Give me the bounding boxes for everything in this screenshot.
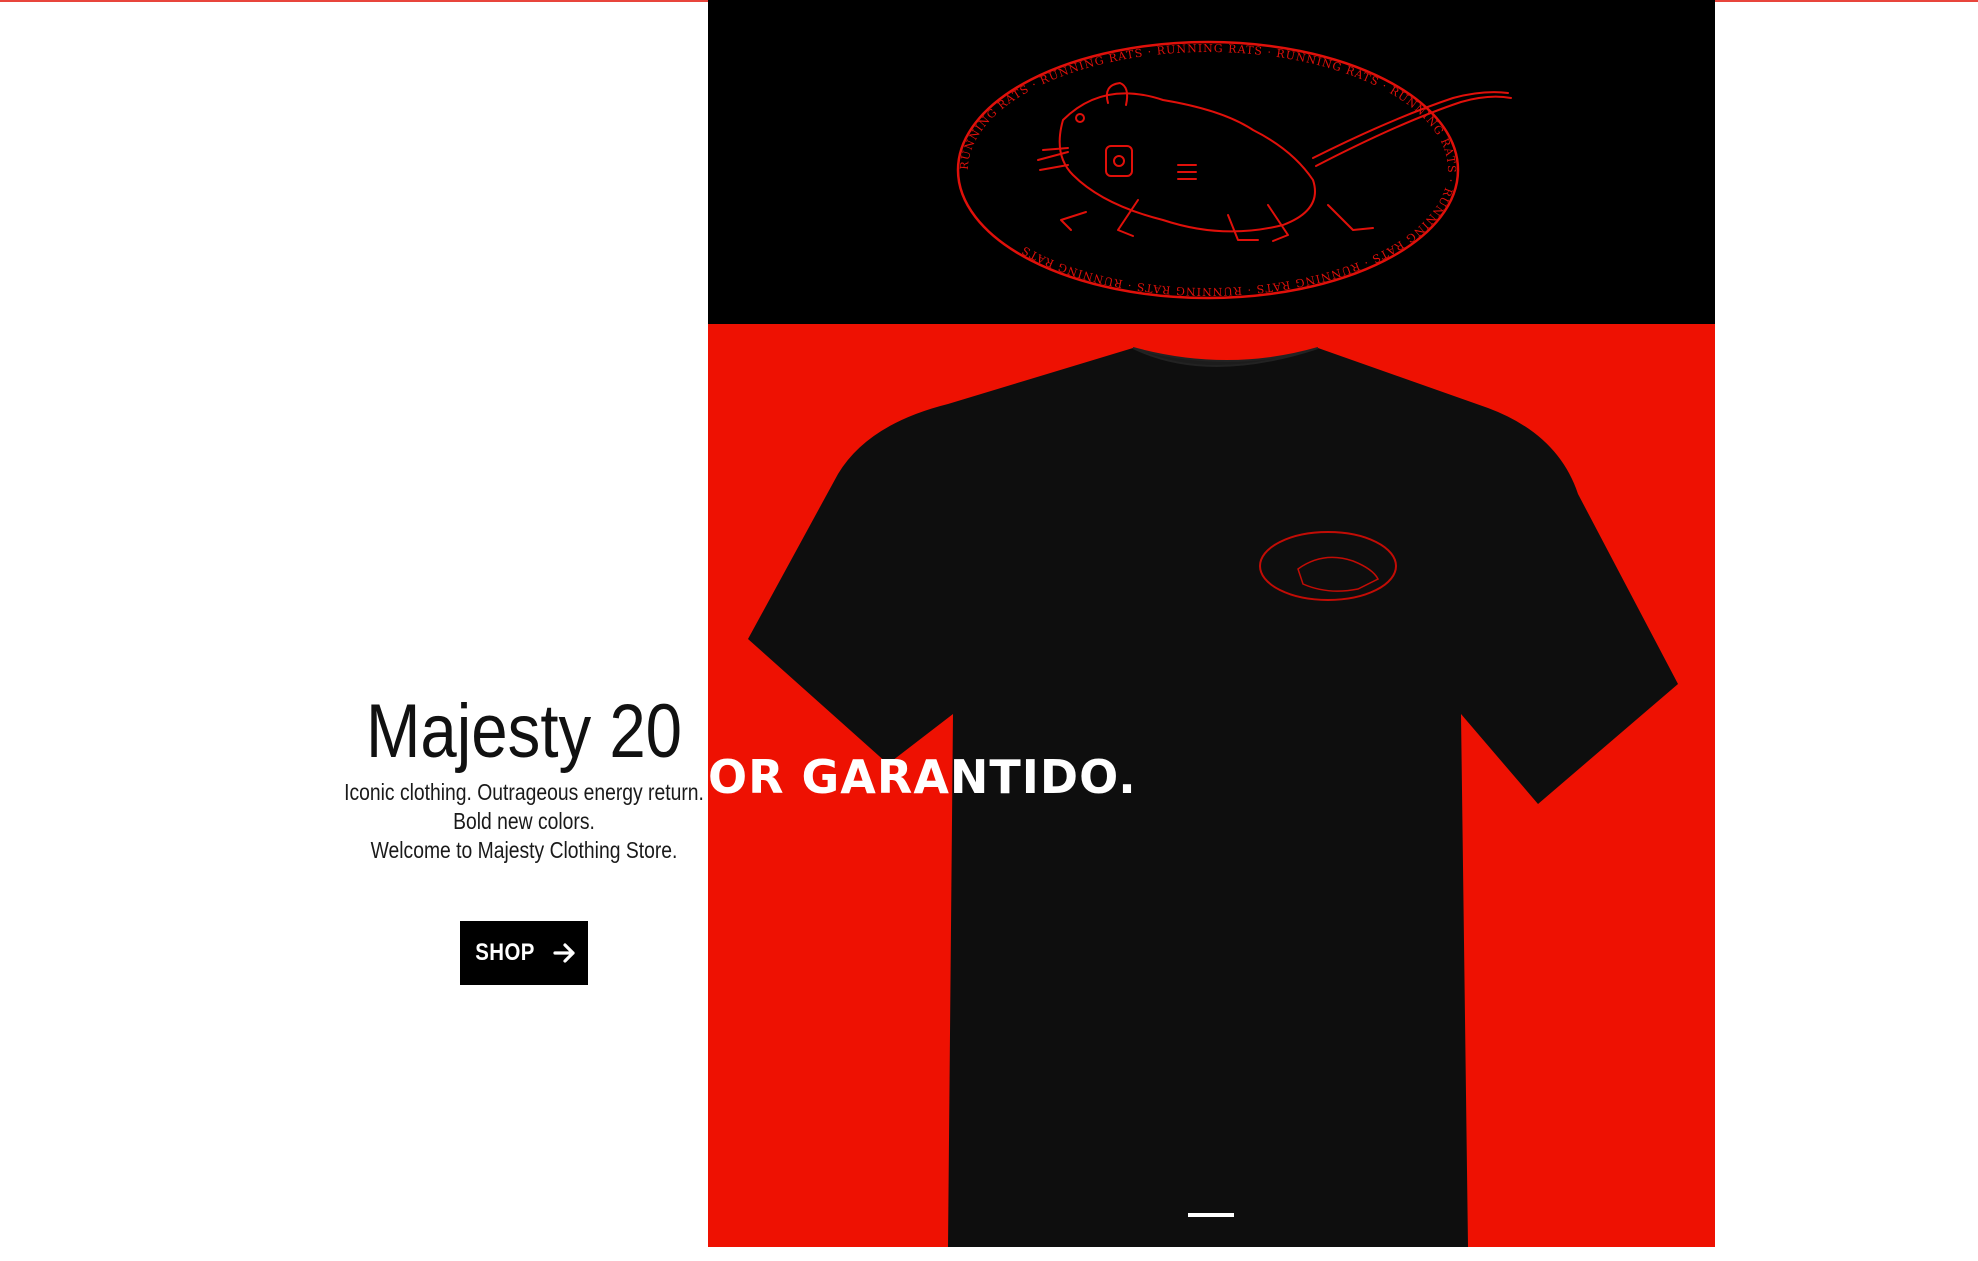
logo-ring-text: RUNNING RATS · RUNNING RATS · RUNNING RA… xyxy=(958,42,1457,298)
subtitle-line-3: Welcome to Majesty Clothing Store. xyxy=(370,837,678,863)
running-rats-logo: RUNNING RATS · RUNNING RATS · RUNNING RA… xyxy=(956,40,1512,300)
svg-text:RUNNING RATS · RUNNING RATS ·: RUNNING RATS · RUNNING RATS · RUNNING RA… xyxy=(958,42,1458,298)
subtitle-line-2: Bold new colors. xyxy=(453,808,595,834)
shop-button-label: SHOP xyxy=(475,939,535,966)
image-overlay-text: OR GARANTIDO. xyxy=(708,750,1137,804)
logo-band: RUNNING RATS · RUNNING RATS · RUNNING RA… xyxy=(708,0,1715,324)
hero-image: RUNNING RATS · RUNNING RATS · RUNNING RA… xyxy=(708,0,1715,1247)
shop-button[interactable]: SHOP xyxy=(460,921,588,985)
subtitle-line-1: Iconic clothing. Outrageous energy retur… xyxy=(344,779,704,805)
page-title: Majesty 20 xyxy=(365,689,683,774)
arrow-right-icon xyxy=(553,943,575,963)
slide-indicator[interactable] xyxy=(1188,1213,1234,1217)
